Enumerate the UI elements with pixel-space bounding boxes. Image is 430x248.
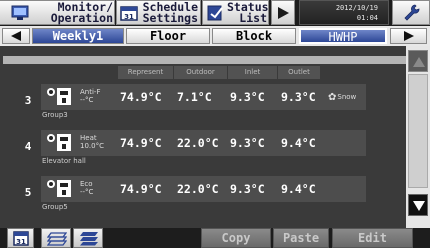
represent-temp: 74.9°C [120,182,162,196]
header-strip [3,56,406,64]
scroll-up-button[interactable] [408,50,428,72]
group-row[interactable]: 3 Anti-F --°C 74.9°C 7.1°C 9.3°C 9.3°C ✿… [0,84,406,124]
snow-label: Snow [337,93,357,101]
mode-name: Eco [80,180,93,188]
mode-name: Anti-F [80,88,101,96]
mode-setpoint: 10.0°C [80,142,104,150]
status-list-label: Status List [227,0,269,25]
wrench-icon [404,4,420,21]
outdoor-temp: 22.0°C [177,136,219,150]
edit-button[interactable]: Edit [332,228,413,248]
play-right-icon [278,7,289,19]
mode-setpoint: --°C [80,96,94,104]
group-row[interactable]: 5 Eco --°C 74.9°C 22.0°C 9.3°C 9.4°C Gro… [0,176,406,216]
water-heater-icon [47,88,71,105]
layers-outline-icon [47,232,67,246]
column-header-outlet: Outlet [278,66,320,79]
layer-filled-view-button[interactable] [73,228,103,248]
play-left-icon [11,31,21,41]
outdoor-temp: 22.0°C [177,182,219,196]
group-name: Group5 [42,203,68,211]
clock-date: 2012/10/19 [335,4,378,12]
inlet-temp: 9.3°C [230,90,265,104]
scroll-thumb[interactable] [408,74,428,188]
mode-setpoint: --°C [80,188,94,196]
top-navigation-bar: Monitor/ Operation 31 Schedule Settings … [0,0,430,26]
outlet-temp: 9.4°C [281,136,316,150]
svg-text:31: 31 [124,13,134,21]
monitor-icon [11,5,29,20]
clock-time: 01:04 [356,14,378,22]
calendar-icon: 31 [13,231,29,246]
tab-weekly[interactable]: Weekly1 [32,28,124,44]
water-heater-icon [47,180,71,197]
tab-bar: Weekly1 Floor Block HWHP [0,26,430,46]
paste-button[interactable]: Paste [273,228,329,248]
next-page-button[interactable] [271,0,295,25]
column-header-inlet: Inlet [228,66,277,79]
tab-hwhp[interactable]: HWHP [299,28,387,44]
scroll-down-button[interactable] [408,194,428,216]
calendar-view-button[interactable]: 31 [7,228,34,248]
group-name: Elevator hall [42,157,86,165]
group-list: Represent Outdoor Inlet Outlet 3 Anti-F … [0,46,406,228]
bottom-toolbar: 31 Copy Paste Edit [0,228,430,248]
group-number: 3 [24,94,32,107]
represent-temp: 74.9°C [120,136,162,150]
layer-view-button[interactable] [41,228,71,248]
outlet-temp: 9.4°C [281,182,316,196]
water-heater-icon [47,134,71,151]
outdoor-temp: 7.1°C [177,90,212,104]
copy-button[interactable]: Copy [201,228,271,248]
calendar-icon: 31 [120,6,138,21]
list-icon [207,5,223,21]
play-right-icon [404,31,414,41]
arrow-up-icon [413,57,425,67]
inlet-temp: 9.3°C [230,182,265,196]
monitor-operation-label: Monitor/ Operation [50,0,113,25]
operation-mode: Heat 10.0°C [80,134,104,150]
inlet-temp: 9.3°C [230,136,265,150]
operation-mode: Anti-F --°C [80,88,100,104]
group-name: Group3 [42,111,68,119]
clock-display: 2012/10/19 01:04 [299,0,389,25]
status-list-button[interactable]: Status List [202,0,269,25]
tab-floor[interactable]: Floor [126,28,210,44]
tab-next-button[interactable] [390,28,427,44]
outlet-temp: 9.3°C [281,90,316,104]
represent-temp: 74.9°C [120,90,162,104]
column-header-outdoor: Outdoor [174,66,227,79]
schedule-settings-button[interactable]: 31 Schedule Settings [116,0,201,25]
settings-button[interactable] [392,0,430,25]
tab-block[interactable]: Block [212,28,296,44]
svg-text:31: 31 [16,238,26,246]
group-number: 4 [24,140,32,153]
group-row[interactable]: 4 Heat 10.0°C 74.9°C 22.0°C 9.3°C 9.4°C … [0,130,406,170]
column-header-represent: Represent [118,66,173,79]
scrollbar[interactable] [406,46,430,228]
layers-icon [80,232,98,246]
schedule-settings-label: Schedule Settings [142,0,198,25]
group-number: 5 [24,186,32,199]
snowflake-icon: ✿ [328,92,337,103]
arrow-down-icon [413,201,425,211]
monitor-operation-button[interactable]: Monitor/ Operation [0,0,115,25]
mode-name: Heat [80,134,97,142]
tab-prev-button[interactable] [2,28,30,44]
snow-indicator: ✿Snow [328,92,356,103]
operation-mode: Eco --°C [80,180,93,196]
